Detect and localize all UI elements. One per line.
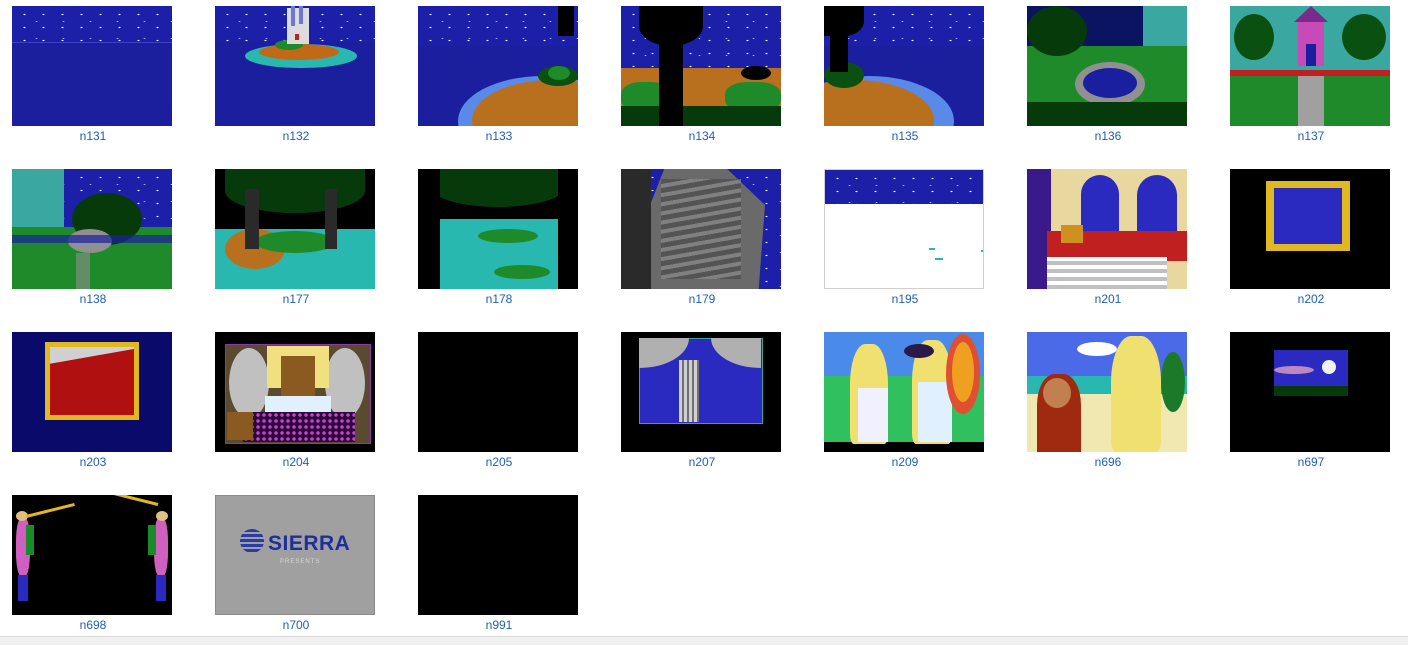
sierra-logo-text: SIERRA [268, 532, 351, 555]
thumbnail-label: n178 [485, 292, 513, 306]
thumbnail-item[interactable]: n204 [203, 326, 389, 486]
thumbnail-image: SIERRA PRESENTS [215, 495, 375, 615]
thumbnail-image [418, 6, 578, 126]
thumbnail-image [1027, 6, 1187, 126]
thumbnail-image [12, 6, 172, 126]
thumbnail-image [824, 6, 984, 126]
thumbnail-item[interactable]: n698 [0, 489, 186, 649]
thumbnail-item[interactable]: n203 [0, 326, 186, 486]
thumbnail-image [621, 6, 781, 126]
thumbnail-item[interactable]: n137 [1218, 0, 1404, 160]
thumbnail-item[interactable]: n132 [203, 0, 389, 160]
thumbnail-item[interactable]: n195 [812, 163, 998, 323]
thumbnail-label: n202 [1297, 292, 1325, 306]
thumbnail-label: n205 [485, 455, 513, 469]
thumbnail-image [1027, 332, 1187, 452]
thumbnail-item[interactable]: n202 [1218, 163, 1404, 323]
thumbnail-image [12, 495, 172, 615]
thumbnail-image [418, 495, 578, 615]
thumbnail-image [621, 169, 781, 289]
thumbnail-label: n698 [79, 618, 107, 632]
thumbnail-item[interactable]: n179 [609, 163, 795, 323]
thumbnail-image [215, 332, 375, 452]
thumbnail-label: n134 [688, 129, 716, 143]
thumbnail-image [1230, 169, 1390, 289]
thumbnail-image [824, 169, 984, 289]
thumbnail-label: n138 [79, 292, 107, 306]
thumbnail-item[interactable]: n133 [406, 0, 592, 160]
thumbnail-image [418, 332, 578, 452]
thumbnail-label: n204 [282, 455, 310, 469]
thumbnail-image [1230, 332, 1390, 452]
thumbnail-image [824, 332, 984, 452]
thumbnail-label: n177 [282, 292, 310, 306]
thumbnail-label: n201 [1094, 292, 1122, 306]
thumbnail-label: n179 [688, 292, 716, 306]
thumbnail-label: n700 [282, 618, 310, 632]
thumbnail-item[interactable]: n207 [609, 326, 795, 486]
thumbnail-image [621, 332, 781, 452]
thumbnail-label: n137 [1297, 129, 1325, 143]
sierra-logo-icon [240, 529, 264, 553]
thumbnail-label: n133 [485, 129, 513, 143]
thumbnail-image [1230, 6, 1390, 126]
thumbnail-label: n132 [282, 129, 310, 143]
thumbnail-image [1027, 169, 1187, 289]
thumbnail-label: n135 [891, 129, 919, 143]
thumbnail-image [418, 169, 578, 289]
thumbnail-item[interactable]: n178 [406, 163, 592, 323]
thumbnail-item[interactable]: n134 [609, 0, 795, 160]
thumbnail-label: n203 [79, 455, 107, 469]
thumbnail-grid: n131 n132 n133 n134 n135 n136 n137 n138 … [0, 0, 1408, 636]
thumbnail-label: n136 [1094, 129, 1122, 143]
thumbnail-item[interactable]: n205 [406, 326, 592, 486]
thumbnail-item[interactable]: n131 [0, 0, 186, 160]
thumbnail-label: n991 [485, 618, 513, 632]
thumbnail-image [215, 169, 375, 289]
thumbnail-image [12, 169, 172, 289]
thumbnail-label: n131 [79, 129, 107, 143]
thumbnail-item[interactable]: n135 [812, 0, 998, 160]
thumbnail-item[interactable]: n136 [1015, 0, 1201, 160]
sierra-presents-text: PRESENTS [280, 559, 321, 565]
thumbnail-label: n207 [688, 455, 716, 469]
thumbnail-image [215, 6, 375, 126]
thumbnail-label: n697 [1297, 455, 1325, 469]
thumbnail-item[interactable]: SIERRA PRESENTS n700 [203, 489, 389, 649]
thumbnail-item[interactable]: n209 [812, 326, 998, 486]
thumbnail-item[interactable]: n177 [203, 163, 389, 323]
thumbnail-item[interactable]: n201 [1015, 163, 1201, 323]
thumbnail-item[interactable]: n697 [1218, 326, 1404, 486]
thumbnail-label: n696 [1094, 455, 1122, 469]
thumbnail-item[interactable]: n991 [406, 489, 592, 649]
thumbnail-label: n209 [891, 455, 919, 469]
thumbnail-image [12, 332, 172, 452]
thumbnail-label: n195 [891, 292, 919, 306]
thumbnail-item[interactable]: n696 [1015, 326, 1201, 486]
thumbnail-item[interactable]: n138 [0, 163, 186, 323]
